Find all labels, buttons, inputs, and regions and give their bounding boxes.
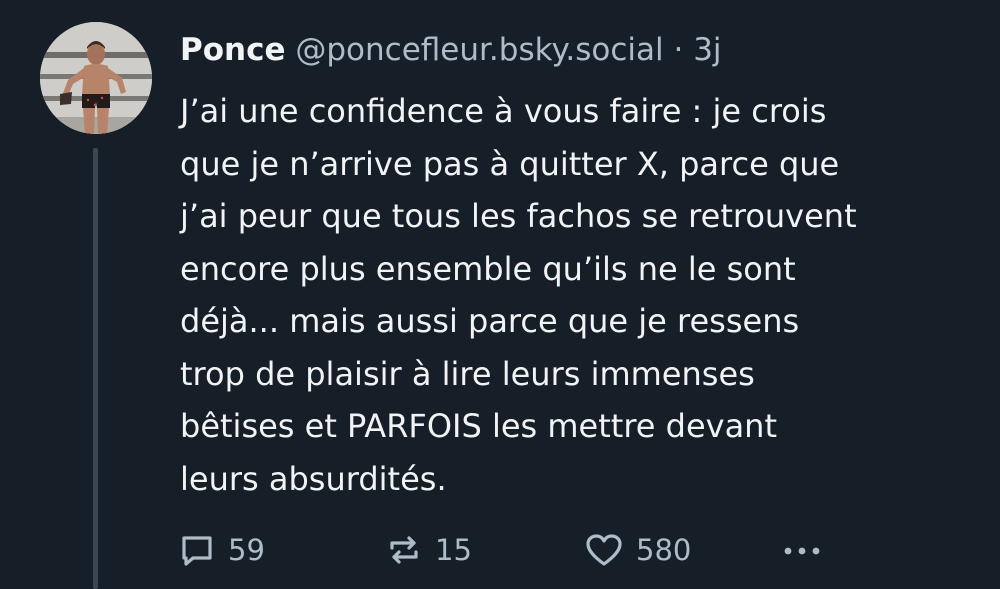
more-options-button[interactable] [780, 528, 824, 572]
post-text-line: J’ai une confidence à vous faire : je cr… [180, 92, 827, 130]
author-handle[interactable]: @poncefleur.bsky.social [295, 32, 663, 68]
reply-button[interactable]: 59 [178, 528, 265, 572]
header-separator: · [673, 32, 684, 68]
reply-count: 59 [228, 533, 265, 567]
like-count: 580 [636, 533, 692, 567]
post-text: J’ai une confidence à vous faire : je cr… [180, 85, 980, 505]
post-header: Ponce @poncefleur.bsky.social · 3j [180, 28, 722, 72]
post: Ponce @poncefleur.bsky.social · 3j J’ai … [0, 0, 1000, 589]
heart-icon [584, 531, 624, 569]
post-text-line: trop de plaisir à lire leurs immenses [180, 354, 755, 393]
post-text-line: bêtises et PARFOIS les mettre devant [180, 407, 777, 445]
author-avatar[interactable] [40, 22, 152, 134]
post-text-line: encore plus ensemble qu’ils ne le sont [180, 249, 796, 288]
post-text-line: déjà... mais aussi parce que je ressens [180, 302, 800, 340]
post-actions: 59 15 580 [178, 528, 998, 572]
post-text-line: que je n’arrive pas à quitter X, parce q… [180, 144, 840, 183]
post-timestamp[interactable]: 3j [693, 32, 721, 68]
avatar-image [40, 22, 152, 134]
reply-bubble-icon [178, 531, 216, 569]
post-text-line: j’ai peur que tous les fachos se retrouv… [180, 197, 857, 235]
repost-arrows-icon [385, 531, 423, 569]
repost-count: 15 [435, 533, 472, 567]
more-dots-icon [780, 531, 824, 569]
repost-button[interactable]: 15 [385, 528, 472, 572]
like-button[interactable]: 580 [584, 528, 691, 572]
post-text-line: leurs absurdités. [180, 459, 447, 498]
author-display-name[interactable]: Ponce [180, 32, 286, 68]
thread-line [93, 148, 98, 589]
